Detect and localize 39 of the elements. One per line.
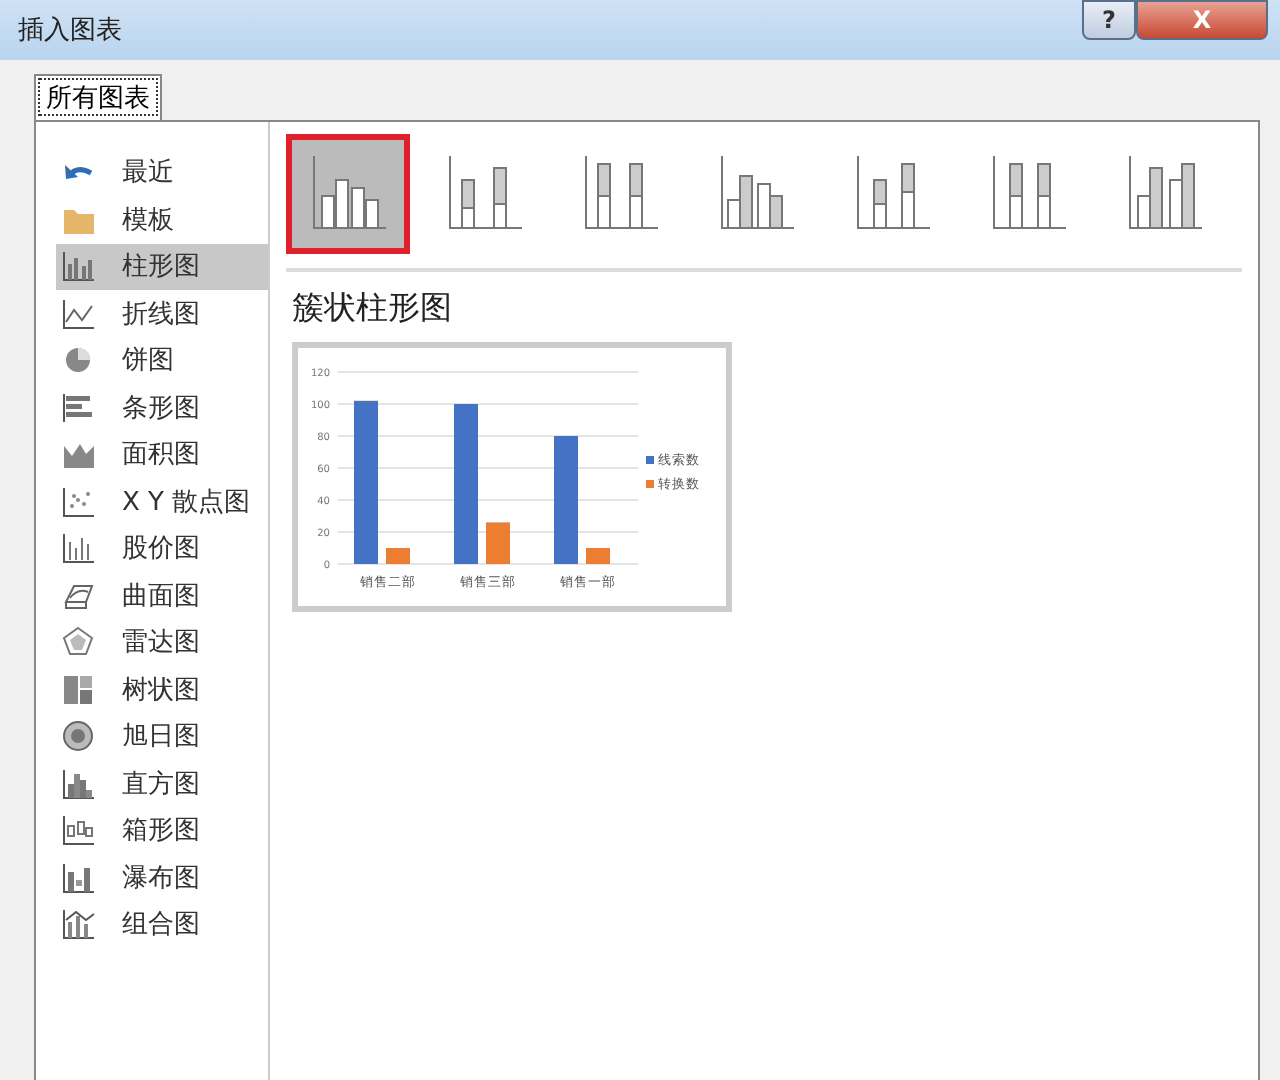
line-chart-icon	[60, 295, 96, 332]
histogram-icon	[60, 765, 96, 802]
chart-type-title: 簇状柱形图	[292, 288, 454, 330]
sidebar-item[interactable]: 直方图	[56, 761, 268, 806]
sidebar-item[interactable]: X Y 散点图	[56, 479, 268, 524]
treemap-icon	[60, 671, 96, 708]
tab[interactable]: 所有图表	[34, 74, 162, 120]
bar	[386, 548, 410, 564]
scatter-chart-icon	[60, 483, 96, 520]
clustered-column-icon[interactable]	[286, 134, 410, 254]
box-plot-icon	[60, 812, 96, 849]
sidebar-item[interactable]: 股价图	[56, 526, 268, 571]
bar	[586, 548, 610, 564]
sunburst-chart-icon	[60, 718, 96, 755]
sidebar-item[interactable]: 旭日图	[56, 714, 268, 759]
sidebar-item[interactable]: 模板	[56, 197, 268, 242]
stock-chart-icon	[60, 530, 96, 567]
sidebar-item[interactable]: 折线图	[56, 291, 268, 336]
radar-chart-icon	[60, 624, 96, 661]
sidebar-item[interactable]: 面积图	[56, 432, 268, 477]
sidebar-item[interactable]: 箱形图	[56, 808, 268, 853]
bar-chart-icon	[60, 389, 96, 426]
bar	[554, 436, 578, 564]
bar	[486, 522, 510, 564]
window-title: 插入图表	[18, 14, 124, 48]
sidebar-item[interactable]: 组合图	[56, 902, 268, 947]
sidebar-item[interactable]: 条形图	[56, 385, 268, 430]
sidebar-item[interactable]: 瀑布图	[56, 855, 268, 900]
combo-chart-icon	[60, 906, 96, 943]
waterfall-chart-icon	[60, 859, 96, 896]
column-chart-icon	[60, 248, 96, 285]
sidebar-item[interactable]: 最近	[56, 150, 268, 195]
sidebar-item[interactable]: 曲面图	[56, 573, 268, 618]
sidebar-item[interactable]: 树状图	[56, 667, 268, 712]
sidebar-item[interactable]: 柱形图	[56, 244, 268, 289]
sidebar-item[interactable]: 雷达图	[56, 620, 268, 665]
sidebar-item[interactable]: 饼图	[56, 338, 268, 383]
undo-arrow-icon	[63, 164, 93, 181]
help-button[interactable]: ?	[1082, 0, 1136, 40]
